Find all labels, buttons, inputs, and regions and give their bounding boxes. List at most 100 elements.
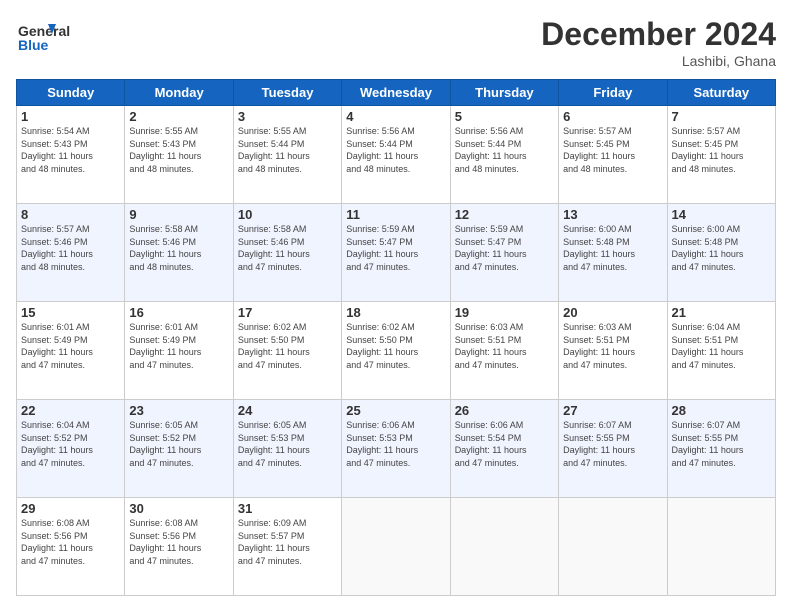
day-info: Sunrise: 6:03 AM Sunset: 5:51 PM Dayligh…: [455, 321, 554, 371]
day-info: Sunrise: 5:55 AM Sunset: 5:43 PM Dayligh…: [129, 125, 228, 175]
day-number: 10: [238, 207, 337, 222]
day-number: 22: [21, 403, 120, 418]
day-number: 18: [346, 305, 445, 320]
day-number: 20: [563, 305, 662, 320]
calendar-cell: 18Sunrise: 6:02 AM Sunset: 5:50 PM Dayli…: [342, 302, 450, 400]
calendar-cell: 30Sunrise: 6:08 AM Sunset: 5:56 PM Dayli…: [125, 498, 233, 596]
day-info: Sunrise: 6:00 AM Sunset: 5:48 PM Dayligh…: [672, 223, 771, 273]
day-info: Sunrise: 5:59 AM Sunset: 5:47 PM Dayligh…: [455, 223, 554, 273]
day-info: Sunrise: 5:55 AM Sunset: 5:44 PM Dayligh…: [238, 125, 337, 175]
day-number: 2: [129, 109, 228, 124]
day-info: Sunrise: 5:58 AM Sunset: 5:46 PM Dayligh…: [129, 223, 228, 273]
day-info: Sunrise: 6:02 AM Sunset: 5:50 PM Dayligh…: [346, 321, 445, 371]
day-info: Sunrise: 6:07 AM Sunset: 5:55 PM Dayligh…: [672, 419, 771, 469]
day-number: 8: [21, 207, 120, 222]
day-info: Sunrise: 6:09 AM Sunset: 5:57 PM Dayligh…: [238, 517, 337, 567]
weekday-header: Saturday: [667, 80, 775, 106]
calendar-cell: 25Sunrise: 6:06 AM Sunset: 5:53 PM Dayli…: [342, 400, 450, 498]
calendar-cell: 13Sunrise: 6:00 AM Sunset: 5:48 PM Dayli…: [559, 204, 667, 302]
day-info: Sunrise: 6:08 AM Sunset: 5:56 PM Dayligh…: [129, 517, 228, 567]
day-info: Sunrise: 6:01 AM Sunset: 5:49 PM Dayligh…: [129, 321, 228, 371]
day-number: 15: [21, 305, 120, 320]
location: Lashibi, Ghana: [541, 53, 776, 69]
day-number: 29: [21, 501, 120, 516]
page: General Blue December 2024 Lashibi, Ghan…: [0, 0, 792, 612]
calendar-cell: 15Sunrise: 6:01 AM Sunset: 5:49 PM Dayli…: [17, 302, 125, 400]
calendar-cell: 4Sunrise: 5:56 AM Sunset: 5:44 PM Daylig…: [342, 106, 450, 204]
calendar-cell: 7Sunrise: 5:57 AM Sunset: 5:45 PM Daylig…: [667, 106, 775, 204]
title-area: December 2024 Lashibi, Ghana: [541, 16, 776, 69]
day-info: Sunrise: 5:57 AM Sunset: 5:45 PM Dayligh…: [563, 125, 662, 175]
calendar-cell: 21Sunrise: 6:04 AM Sunset: 5:51 PM Dayli…: [667, 302, 775, 400]
calendar-table: SundayMondayTuesdayWednesdayThursdayFrid…: [16, 79, 776, 596]
calendar-cell: 12Sunrise: 5:59 AM Sunset: 5:47 PM Dayli…: [450, 204, 558, 302]
calendar-cell: 29Sunrise: 6:08 AM Sunset: 5:56 PM Dayli…: [17, 498, 125, 596]
day-number: 31: [238, 501, 337, 516]
calendar-cell: 14Sunrise: 6:00 AM Sunset: 5:48 PM Dayli…: [667, 204, 775, 302]
day-number: 21: [672, 305, 771, 320]
weekday-header: Friday: [559, 80, 667, 106]
calendar-cell: 31Sunrise: 6:09 AM Sunset: 5:57 PM Dayli…: [233, 498, 341, 596]
day-number: 23: [129, 403, 228, 418]
logo: General Blue: [16, 16, 96, 56]
weekday-header: Sunday: [17, 80, 125, 106]
day-info: Sunrise: 6:05 AM Sunset: 5:53 PM Dayligh…: [238, 419, 337, 469]
day-info: Sunrise: 6:07 AM Sunset: 5:55 PM Dayligh…: [563, 419, 662, 469]
calendar-cell: 22Sunrise: 6:04 AM Sunset: 5:52 PM Dayli…: [17, 400, 125, 498]
day-number: 27: [563, 403, 662, 418]
calendar-cell: 5Sunrise: 5:56 AM Sunset: 5:44 PM Daylig…: [450, 106, 558, 204]
day-info: Sunrise: 5:57 AM Sunset: 5:45 PM Dayligh…: [672, 125, 771, 175]
day-info: Sunrise: 6:04 AM Sunset: 5:52 PM Dayligh…: [21, 419, 120, 469]
day-number: 9: [129, 207, 228, 222]
day-number: 11: [346, 207, 445, 222]
calendar-cell: 23Sunrise: 6:05 AM Sunset: 5:52 PM Dayli…: [125, 400, 233, 498]
weekday-header: Wednesday: [342, 80, 450, 106]
month-title: December 2024: [541, 16, 776, 53]
day-info: Sunrise: 5:56 AM Sunset: 5:44 PM Dayligh…: [346, 125, 445, 175]
day-number: 28: [672, 403, 771, 418]
day-number: 14: [672, 207, 771, 222]
calendar-cell: 10Sunrise: 5:58 AM Sunset: 5:46 PM Dayli…: [233, 204, 341, 302]
calendar-cell: 26Sunrise: 6:06 AM Sunset: 5:54 PM Dayli…: [450, 400, 558, 498]
logo-icon: General Blue: [16, 16, 96, 56]
calendar-cell: 11Sunrise: 5:59 AM Sunset: 5:47 PM Dayli…: [342, 204, 450, 302]
day-number: 4: [346, 109, 445, 124]
day-number: 12: [455, 207, 554, 222]
weekday-header: Monday: [125, 80, 233, 106]
header: General Blue December 2024 Lashibi, Ghan…: [16, 16, 776, 69]
day-number: 24: [238, 403, 337, 418]
day-info: Sunrise: 6:03 AM Sunset: 5:51 PM Dayligh…: [563, 321, 662, 371]
day-info: Sunrise: 5:58 AM Sunset: 5:46 PM Dayligh…: [238, 223, 337, 273]
calendar-cell: 8Sunrise: 5:57 AM Sunset: 5:46 PM Daylig…: [17, 204, 125, 302]
calendar-cell: [342, 498, 450, 596]
day-number: 30: [129, 501, 228, 516]
calendar-cell: 28Sunrise: 6:07 AM Sunset: 5:55 PM Dayli…: [667, 400, 775, 498]
calendar-cell: 24Sunrise: 6:05 AM Sunset: 5:53 PM Dayli…: [233, 400, 341, 498]
day-info: Sunrise: 5:54 AM Sunset: 5:43 PM Dayligh…: [21, 125, 120, 175]
day-info: Sunrise: 5:59 AM Sunset: 5:47 PM Dayligh…: [346, 223, 445, 273]
day-info: Sunrise: 6:08 AM Sunset: 5:56 PM Dayligh…: [21, 517, 120, 567]
calendar-cell: 27Sunrise: 6:07 AM Sunset: 5:55 PM Dayli…: [559, 400, 667, 498]
calendar-cell: 19Sunrise: 6:03 AM Sunset: 5:51 PM Dayli…: [450, 302, 558, 400]
day-info: Sunrise: 6:06 AM Sunset: 5:54 PM Dayligh…: [455, 419, 554, 469]
day-number: 13: [563, 207, 662, 222]
weekday-header: Tuesday: [233, 80, 341, 106]
day-info: Sunrise: 6:02 AM Sunset: 5:50 PM Dayligh…: [238, 321, 337, 371]
calendar-cell: 6Sunrise: 5:57 AM Sunset: 5:45 PM Daylig…: [559, 106, 667, 204]
calendar-cell: 2Sunrise: 5:55 AM Sunset: 5:43 PM Daylig…: [125, 106, 233, 204]
day-info: Sunrise: 6:00 AM Sunset: 5:48 PM Dayligh…: [563, 223, 662, 273]
day-number: 25: [346, 403, 445, 418]
day-number: 17: [238, 305, 337, 320]
day-number: 1: [21, 109, 120, 124]
day-info: Sunrise: 6:01 AM Sunset: 5:49 PM Dayligh…: [21, 321, 120, 371]
day-number: 26: [455, 403, 554, 418]
day-number: 3: [238, 109, 337, 124]
day-info: Sunrise: 5:57 AM Sunset: 5:46 PM Dayligh…: [21, 223, 120, 273]
day-info: Sunrise: 5:56 AM Sunset: 5:44 PM Dayligh…: [455, 125, 554, 175]
weekday-header: Thursday: [450, 80, 558, 106]
day-info: Sunrise: 6:06 AM Sunset: 5:53 PM Dayligh…: [346, 419, 445, 469]
calendar-cell: 3Sunrise: 5:55 AM Sunset: 5:44 PM Daylig…: [233, 106, 341, 204]
day-number: 7: [672, 109, 771, 124]
day-number: 5: [455, 109, 554, 124]
calendar-cell: [450, 498, 558, 596]
